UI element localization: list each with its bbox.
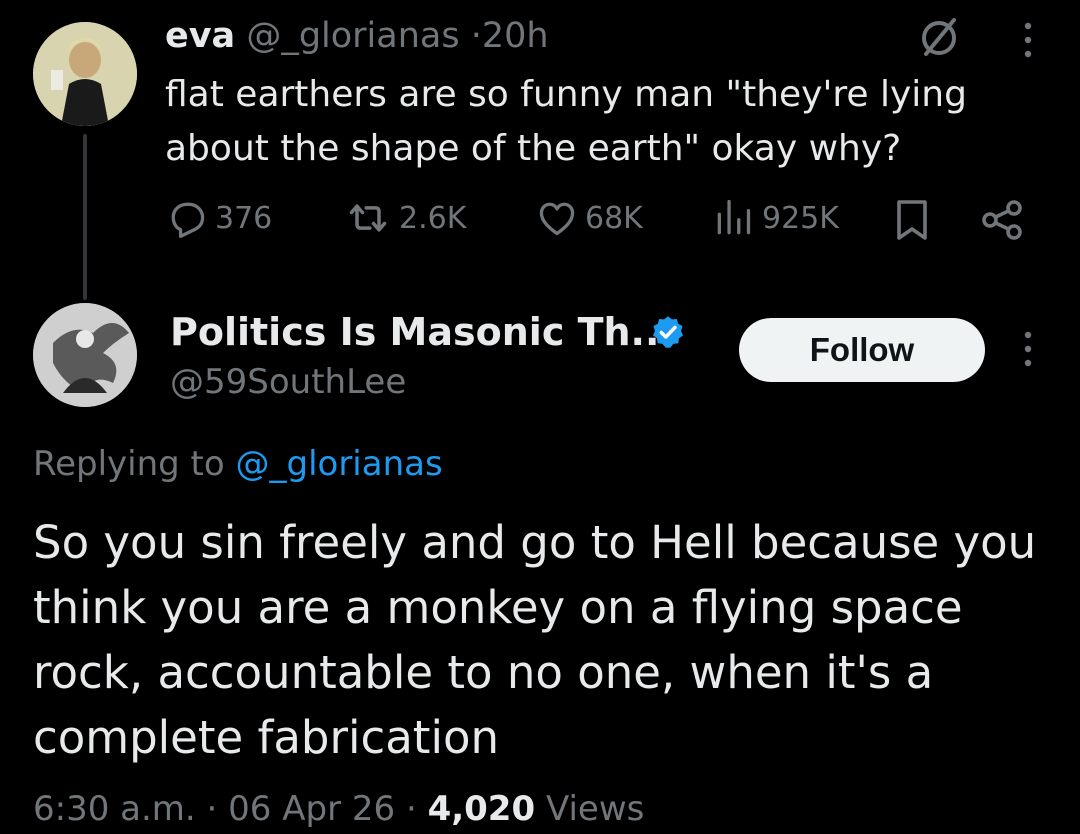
grok-icon[interactable] [912, 14, 966, 62]
display-name[interactable]: eva [165, 16, 235, 56]
views-icon [717, 199, 751, 235]
verified-badge-icon [650, 314, 686, 350]
views-count: 925K [762, 200, 839, 236]
like-count: 68K [585, 200, 643, 236]
views-count: 4,020 [427, 789, 536, 829]
handle[interactable]: @59SouthLee [170, 360, 406, 404]
follow-button[interactable]: Follow [739, 318, 985, 382]
thread-line [83, 134, 87, 300]
tweet-footer: 6:30 a.m. · 06 Apr 26 · 4,020 Views [33, 784, 644, 834]
reply-count: 376 [215, 200, 273, 236]
separator: · [405, 789, 417, 829]
share-button[interactable] [978, 196, 1032, 244]
handle[interactable]: @_glorianas [246, 16, 459, 56]
timestamp[interactable]: 20h [482, 16, 549, 56]
share-icon [982, 200, 1022, 240]
more-icon[interactable] [1016, 325, 1040, 373]
avatar[interactable] [33, 22, 137, 126]
avatar-image [33, 303, 137, 407]
like-icon [539, 202, 575, 236]
separator: · [206, 789, 218, 829]
replying-handle-link[interactable]: @_glorianas [236, 444, 443, 484]
avatar[interactable] [33, 303, 137, 407]
parent-tweet-header: eva @_glorianas ·20h [165, 14, 549, 58]
bookmark-icon [897, 200, 927, 240]
like-button[interactable]: 68K [535, 196, 643, 240]
tweet-text: So you sin freely and go to Hell because… [33, 516, 1037, 764]
repost-icon [349, 204, 387, 232]
views-button[interactable]: 925K [712, 196, 839, 240]
views-label: Views [545, 789, 645, 829]
avatar-image [33, 22, 137, 126]
repost-button[interactable]: 2.6K [343, 196, 466, 240]
separator: · [470, 16, 482, 56]
reply-button[interactable]: 376 [165, 196, 272, 240]
replying-to: Replying to @_glorianas [33, 440, 443, 488]
bookmark-button[interactable] [890, 196, 940, 244]
tweet-text: flat earthers are so funny man "they're … [165, 74, 967, 169]
timestamp[interactable]: 6:30 a.m. [33, 789, 196, 829]
reply-icon [171, 202, 205, 238]
replying-prefix: Replying to [33, 444, 225, 484]
display-name[interactable]: Politics Is Masonic Th... [170, 309, 674, 355]
more-icon[interactable] [1016, 16, 1040, 64]
date[interactable]: 06 Apr 26 [228, 789, 395, 829]
repost-count: 2.6K [399, 200, 467, 236]
